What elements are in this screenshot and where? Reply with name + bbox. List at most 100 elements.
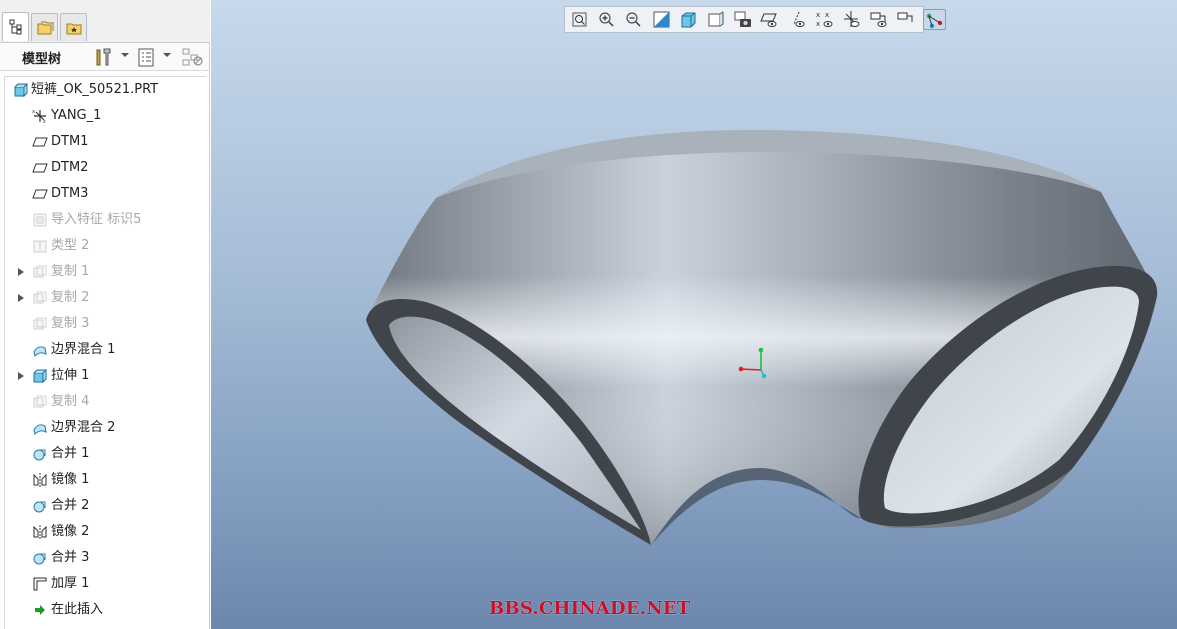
tree-item[interactable]: 合并 1 (5, 443, 205, 465)
import-feature-icon (33, 213, 47, 227)
tree-item[interactable]: 复制 4 (5, 391, 205, 413)
copy-feature-icon (33, 291, 47, 304)
svg-text:x: x (816, 11, 820, 19)
type-feature-icon (33, 240, 47, 253)
folder-browser-icon (37, 21, 54, 35)
tree-item[interactable]: DTM1 (5, 131, 205, 153)
spin-center-button[interactable] (922, 9, 946, 30)
boundary-blend-icon (33, 346, 47, 357)
refit-button[interactable] (569, 9, 592, 30)
svg-text:x: x (816, 20, 820, 28)
model-tree-title: 模型树 (22, 52, 62, 67)
navigator-tabs (0, 0, 210, 42)
merge-icon (33, 553, 46, 565)
datum-plane-icon (32, 163, 48, 173)
tree-item[interactable]: 类型 2 (5, 235, 205, 257)
expand-arrow-icon[interactable] (18, 372, 24, 380)
tree-item[interactable]: 镜像 2 (5, 521, 205, 543)
saved-orientations-icon (708, 11, 724, 27)
elbow-model[interactable] (211, 0, 1177, 629)
tree-item-label: 类型 2 (51, 238, 90, 253)
tree-item[interactable]: DTM2 (5, 157, 205, 179)
repaint-button[interactable] (651, 9, 674, 30)
tree-item-label: 拉伸 1 (51, 368, 90, 383)
model-tree-tab[interactable] (2, 12, 29, 41)
tree-item[interactable]: x z YANG_1 (5, 105, 205, 127)
filter-icon[interactable] (181, 46, 205, 68)
view-manager-icon (734, 11, 752, 27)
tree-item-label: YANG_1 (51, 108, 102, 123)
merge-icon (33, 501, 46, 513)
tree-item[interactable]: 导入特征 标识5 (5, 209, 205, 231)
expand-arrow-icon[interactable] (18, 294, 24, 302)
tree-item-label: 镜像 2 (51, 524, 90, 539)
model-tree-header: 模型树 (0, 42, 209, 71)
datum-display-filter-icon (760, 13, 778, 27)
tree-item[interactable]: 在此插入 (5, 599, 205, 621)
tree-item-label: 边界混合 1 (51, 342, 116, 357)
annotation-display-button[interactable] (895, 9, 918, 30)
tree-item[interactable]: 拉伸 1 (5, 365, 205, 387)
svg-text:x: x (32, 109, 35, 115)
settings-icon[interactable] (93, 46, 115, 68)
annotation-display-icon (897, 12, 913, 22)
saved-orientations-button[interactable] (705, 9, 728, 30)
tree-item-label: 复制 2 (51, 290, 90, 305)
refit-icon (572, 12, 587, 27)
part-icon (14, 83, 28, 98)
settings-dropdown-caret[interactable] (121, 53, 129, 57)
tree-item-label: 复制 1 (51, 264, 90, 279)
tree-item-label: DTM1 (51, 134, 89, 149)
csys-display-button[interactable] (868, 9, 891, 30)
tree-item[interactable]: 复制 3 (5, 313, 205, 335)
tree-item[interactable]: 合并 3 (5, 547, 205, 569)
plane-display-icon (793, 11, 805, 27)
datum-display-filter-button[interactable] (759, 9, 782, 30)
merge-icon (33, 449, 46, 461)
copy-feature-icon (33, 265, 47, 278)
favorites-icon (66, 23, 82, 35)
tree-item[interactable]: 镜像 1 (5, 469, 205, 491)
tree-item[interactable]: 复制 1 (5, 261, 205, 283)
tree-item-label: 复制 3 (51, 316, 90, 331)
tree-item-label: 复制 4 (51, 394, 90, 409)
show-tree-icon[interactable] (136, 46, 158, 68)
tree-item[interactable]: 合并 2 (5, 495, 205, 517)
point-display-button[interactable] (841, 9, 864, 30)
tree-item-label: 合并 2 (51, 498, 90, 513)
zoom-out-icon (626, 12, 641, 27)
tree-item[interactable]: 加厚 1 (5, 573, 205, 595)
view-toolbar: xxx (564, 6, 946, 33)
zoom-out-button[interactable] (623, 9, 646, 30)
model-tree-panel: 模型树 短裤_OK_50521.PRTx z YANG_1 DTM1 DTM2 DTM3 导… (0, 0, 210, 629)
tree-item[interactable]: DTM3 (5, 183, 205, 205)
axis-display-button[interactable]: xxx (814, 9, 837, 30)
display-style-button[interactable] (678, 9, 701, 30)
folder-browser-tab[interactable] (31, 13, 58, 41)
tree-item-label: 边界混合 2 (51, 420, 116, 435)
tree-item-label: 合并 3 (51, 550, 90, 565)
tree-item[interactable]: 复制 2 (5, 287, 205, 309)
zoom-in-button[interactable] (596, 9, 619, 30)
tree-item-label: DTM3 (51, 186, 89, 201)
display-style-icon (681, 12, 696, 28)
copy-feature-icon (33, 395, 47, 408)
model-tree: 短裤_OK_50521.PRTx z YANG_1 DTM1 DTM2 DTM3 导入特征 … (4, 76, 206, 629)
tree-item[interactable]: 边界混合 1 (5, 339, 205, 361)
axis-display-icon: x xx (816, 11, 833, 28)
spin-center-icon (926, 13, 942, 29)
favorites-tab[interactable] (60, 13, 87, 41)
thicken-icon (33, 577, 47, 591)
tree-item[interactable]: 边界混合 2 (5, 417, 205, 439)
show-dropdown-caret[interactable] (163, 53, 171, 57)
watermark-text: BBS.CHINADE.NET (489, 598, 691, 619)
plane-display-button[interactable] (787, 9, 810, 30)
graphics-viewport[interactable]: xxx BBS.CHINADE.NET (211, 0, 1177, 629)
svg-text:z: z (43, 119, 46, 124)
view-manager-button[interactable] (732, 9, 755, 30)
expand-arrow-icon[interactable] (18, 268, 24, 276)
csys-display-icon (870, 12, 887, 27)
mirror-icon (33, 525, 47, 539)
tree-item-label: 加厚 1 (51, 576, 90, 591)
tree-item[interactable]: 短裤_OK_50521.PRT (5, 79, 205, 101)
